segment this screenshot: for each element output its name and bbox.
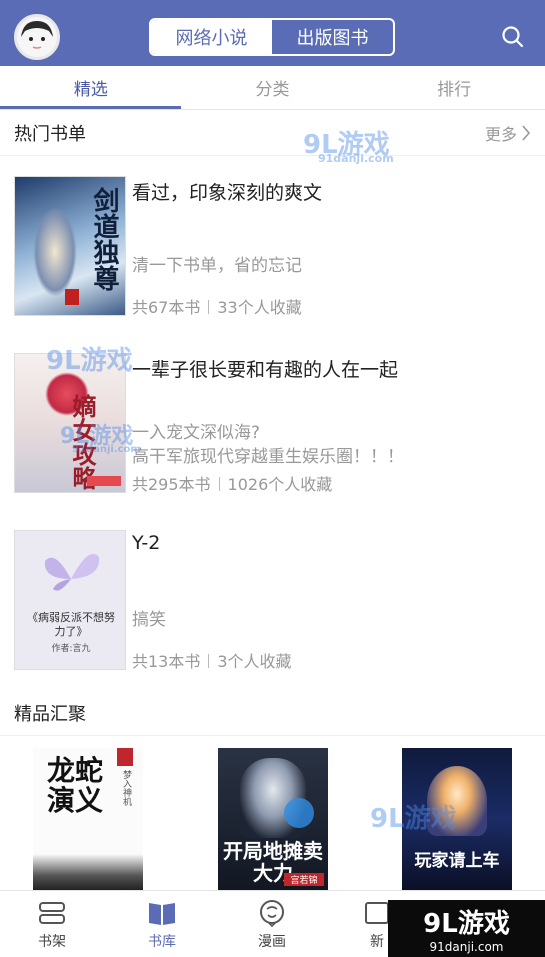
description-line: 一入宠文深似海?: [132, 423, 261, 443]
cover-glow: [284, 798, 314, 828]
tab-library[interactable]: 书库: [127, 891, 197, 957]
tab-bookshelf[interactable]: 书架: [17, 891, 87, 957]
more-label: 更多: [484, 124, 517, 144]
tab-categories[interactable]: 分类: [182, 66, 364, 109]
list-description: 一入宠文深似海? 高干军旅现代穿越重生娱乐圈！！！: [132, 421, 404, 469]
watermark-badge: 9L游戏 91danji.com: [388, 900, 545, 957]
list-meta: 共295本书 1026个人收藏: [132, 471, 332, 495]
watermark-overlay-url: 91danji.com: [318, 152, 394, 165]
list-meta: 共67本书 33个人收藏: [132, 294, 302, 318]
book-count: 共13本书: [132, 652, 201, 671]
cover-figure: [33, 207, 77, 297]
list-meta: 共13本书 3个人收藏: [132, 648, 292, 672]
publisher-seal: [117, 748, 133, 766]
watermark-url: 91danji.com: [429, 940, 504, 954]
tab-label: 书库: [148, 933, 176, 950]
butterfly-icon: [44, 553, 100, 591]
tab-indicator: [0, 106, 181, 109]
favorite-count: 3个人收藏: [217, 652, 292, 671]
cover-title: 《病弱反派不想努力了》: [27, 611, 115, 638]
watermark-logo: 9L游戏: [423, 909, 510, 939]
publisher-seal: [65, 289, 79, 305]
cover-title: 剑道独尊: [89, 187, 119, 291]
section-title: 热门书单: [14, 123, 86, 145]
open-book-icon: [149, 902, 175, 925]
web-novel-toggle[interactable]: 网络小说: [151, 20, 272, 54]
bookshelf-icon: [39, 901, 65, 924]
hot-lists-header: 热门书单 更多: [0, 110, 545, 156]
featured-header: 精品汇聚: [0, 690, 545, 736]
description-line: 高干军旅现代穿越重生娱乐圈！！！: [132, 447, 404, 467]
list-description: 搞笑: [132, 610, 166, 630]
favorite-count: 33个人收藏: [217, 298, 302, 317]
avatar-face-icon: [17, 17, 57, 57]
book-cover: 剑道独尊: [14, 176, 126, 316]
list-title: Y-2: [132, 532, 161, 554]
cover-title: 玩家请上车: [414, 851, 500, 871]
category-tabs: 精选 分类 排行: [0, 66, 545, 110]
featured-book-cover[interactable]: 开局地摊卖大力 宫若锦: [218, 748, 328, 890]
divider: [208, 654, 210, 668]
tab-ranking[interactable]: 排行: [363, 66, 545, 109]
book-count: 共295本书: [132, 475, 211, 494]
book-list-item[interactable]: 剑道独尊 看过，印象深刻的爽文 清一下书单，省的忘记 共67本书 33个人收藏: [0, 156, 545, 332]
divider: [208, 300, 210, 314]
tab-label: 漫画: [258, 933, 286, 950]
list-title: 看过，印象深刻的爽文: [132, 182, 323, 204]
book-cover: 《病弱反派不想努力了》 作者:言九: [14, 530, 126, 670]
book-count: 共67本书: [132, 298, 201, 317]
list-title: 一辈子很长要和有趣的人在一起: [132, 359, 399, 381]
watermark-overlay-url: 91danji.com: [72, 444, 141, 455]
book-list-item[interactable]: 《病弱反派不想努力了》 作者:言九 Y-2 搞笑 共13本书 3个人收藏: [0, 510, 545, 686]
cover-title: 龙蛇演义: [47, 754, 104, 817]
watermark-overlay: 9L游戏: [46, 346, 133, 376]
search-icon[interactable]: [500, 24, 526, 50]
published-books-toggle[interactable]: 出版图书: [272, 20, 393, 54]
section-title: 精品汇聚: [14, 703, 86, 725]
chevron-right-icon: [522, 124, 531, 141]
tab-label: 新: [370, 933, 384, 950]
divider: [218, 477, 220, 491]
list-description: 清一下书单，省的忘记: [132, 256, 302, 276]
featured-book-cover[interactable]: 龙蛇演义 梦入神机: [33, 748, 143, 890]
comic-bubble-icon: [260, 899, 284, 927]
publisher-seal: [87, 476, 121, 486]
cover-author: 作者:言九: [51, 644, 91, 654]
cover-author: 梦入神机: [121, 770, 131, 806]
source-toggle: 网络小说 出版图书: [149, 18, 395, 56]
cover-author: 宫若锦: [284, 873, 324, 886]
cover-scenery: [33, 854, 143, 890]
favorite-count: 1026个人收藏: [227, 475, 333, 494]
tab-featured[interactable]: 精选: [0, 66, 182, 109]
watermark-overlay: 9L游戏: [370, 804, 457, 834]
avatar[interactable]: [14, 14, 60, 60]
top-bar: 网络小说 出版图书: [0, 0, 545, 66]
more-link[interactable]: 更多: [485, 121, 531, 145]
tab-label: 书架: [38, 933, 66, 950]
tab-comics[interactable]: 漫画: [237, 891, 307, 957]
